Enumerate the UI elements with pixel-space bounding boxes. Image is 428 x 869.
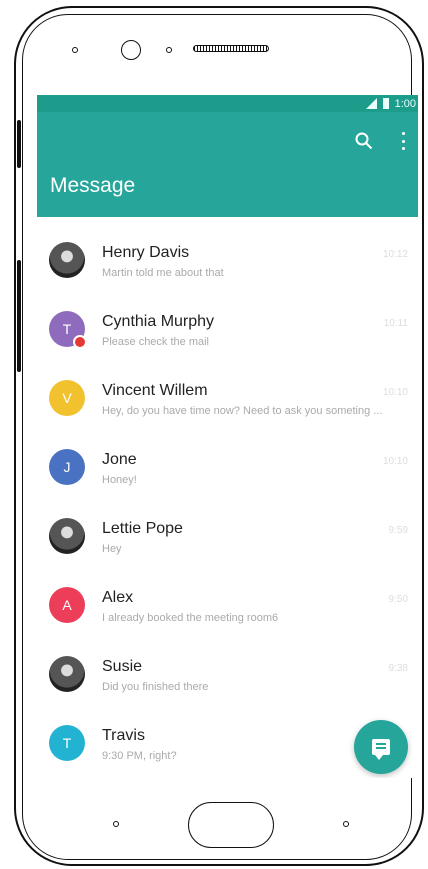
screen: 1:00 Message Henry Davis Martin told me … (37, 95, 418, 778)
battery-icon (382, 98, 389, 109)
message-time: 9:59 (388, 525, 408, 536)
message-time: 9:50 (388, 594, 408, 605)
message-preview: Hey, do you have time now? Need to ask y… (102, 405, 383, 417)
conversation-row[interactable]: J Jone Honey! 10:10 (37, 424, 418, 493)
conversation-row[interactable]: T Cynthia Murphy Please check the mail 1… (37, 286, 418, 355)
avatar: A (49, 587, 85, 623)
message-preview: I already booked the meeting room6 (102, 612, 279, 624)
more-vert-icon[interactable] (398, 132, 408, 150)
proximity-sensor (166, 47, 172, 53)
front-camera (121, 40, 141, 60)
home-button[interactable] (188, 802, 274, 848)
message-preview: Martin told me about that (102, 267, 224, 279)
unread-badge (73, 335, 87, 349)
conversation-row[interactable]: Lettie Pope Hey 9:59 (37, 493, 418, 562)
back-key[interactable] (113, 821, 119, 827)
volume-button (17, 120, 21, 168)
avatar (49, 518, 85, 554)
message-preview: Please check the mail (102, 336, 209, 348)
conversation-row[interactable]: V Vincent Willem Hey, do you have time n… (37, 355, 418, 424)
contact-name: Vincent Willem (102, 382, 208, 399)
contact-name: Travis (102, 727, 145, 744)
contact-name: Lettie Pope (102, 520, 183, 537)
status-time: 1:00 (394, 97, 416, 110)
avatar: T (49, 311, 87, 349)
conversation-row[interactable]: Susie Did you finished there 9:38 (37, 631, 418, 700)
message-time: 10:10 (382, 387, 408, 398)
page-title: Message (50, 174, 136, 197)
message-preview: Honey! (102, 474, 137, 486)
message-time: 9:38 (388, 663, 408, 674)
conversation-row[interactable]: Henry Davis Martin told me about that 10… (37, 217, 418, 286)
sensor-dot (72, 47, 78, 53)
earpiece-speaker (193, 45, 269, 52)
message-time: 10:10 (382, 456, 408, 467)
message-preview: Did you finished there (102, 681, 209, 693)
contact-name: Henry Davis (102, 244, 190, 261)
avatar (49, 656, 85, 692)
power-button (17, 260, 21, 372)
chat-icon (372, 739, 390, 760)
recent-key[interactable] (343, 821, 349, 827)
contact-name: Jone (102, 451, 137, 468)
search-icon[interactable] (355, 132, 373, 150)
message-time: 10:12 (382, 249, 408, 260)
compose-message-button[interactable] (354, 720, 408, 774)
contact-name: Alex (102, 589, 134, 606)
message-preview: Hey (102, 543, 122, 555)
message-preview: 9:30 PM, right? (102, 750, 177, 762)
avatar (49, 242, 85, 278)
message-time: 10:11 (383, 318, 408, 329)
avatar: V (49, 380, 85, 416)
avatar: T (49, 725, 85, 761)
avatar: J (49, 449, 85, 485)
conversation-row[interactable]: A Alex I already booked the meeting room… (37, 562, 418, 631)
status-bar: 1:00 (37, 95, 418, 112)
contact-name: Cynthia Murphy (102, 313, 215, 330)
signal-icon (365, 98, 377, 109)
app-bar: Message (37, 112, 418, 217)
contact-name: Susie (102, 658, 143, 675)
